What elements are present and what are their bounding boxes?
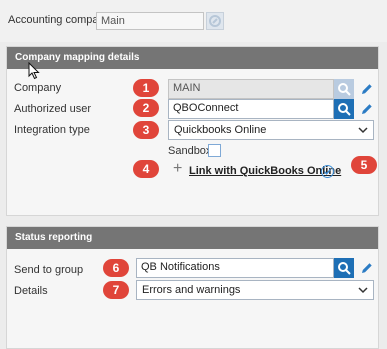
search-icon [338, 262, 351, 275]
authorized-user-field[interactable]: QBOConnect [168, 99, 334, 119]
pencil-icon [362, 104, 372, 114]
sandbox-checkbox[interactable] [208, 144, 221, 157]
company-edit-button[interactable] [359, 81, 375, 97]
accounting-company-link-button[interactable] [206, 12, 224, 30]
details-label: Details [14, 285, 48, 297]
mouse-cursor-icon [28, 62, 40, 80]
link-quickbooks-button[interactable]: Link with QuickBooks Online [189, 165, 341, 177]
callout-badge-6: 6 [103, 259, 129, 277]
chevron-down-icon [358, 287, 368, 294]
callout-badge-5: 5 [351, 156, 377, 174]
send-to-group-field[interactable]: QB Notifications [136, 258, 334, 278]
authorized-user-search-button[interactable] [334, 99, 354, 119]
integration-type-select[interactable]: Quickbooks Online [168, 120, 374, 140]
check-circle-icon [321, 165, 334, 178]
accounting-company-label: Accounting company [8, 14, 111, 26]
pencil-icon [362, 84, 372, 94]
callout-badge-3: 3 [133, 121, 159, 139]
send-to-group-label: Send to group [14, 264, 84, 276]
callout-badge-1: 1 [133, 79, 159, 97]
company-label: Company [14, 82, 62, 94]
details-value: Errors and warnings [142, 284, 241, 296]
company-search-button[interactable] [334, 79, 354, 99]
chevron-down-icon [358, 127, 368, 134]
company-field: MAIN [168, 79, 334, 99]
search-icon [338, 103, 351, 116]
callout-badge-4: 4 [133, 160, 159, 178]
authorized-user-label: Authorized user [14, 103, 92, 115]
link-icon [209, 15, 221, 27]
pencil-icon [362, 263, 372, 273]
company-mapping-header: Company mapping details [7, 47, 378, 69]
authorized-user-edit-button[interactable] [359, 101, 375, 117]
sandbox-label: Sandbox [168, 145, 212, 157]
status-reporting-header: Status reporting [7, 227, 378, 249]
callout-badge-7: 7 [103, 281, 129, 299]
plus-icon: + [173, 160, 183, 177]
integration-type-label: Integration type [14, 124, 90, 136]
search-icon [338, 83, 351, 96]
send-to-group-edit-button[interactable] [359, 260, 375, 276]
accounting-company-field[interactable]: Main [96, 12, 204, 30]
details-select[interactable]: Errors and warnings [136, 280, 374, 300]
integration-type-value: Quickbooks Online [174, 124, 267, 136]
callout-badge-2: 2 [133, 99, 159, 117]
send-to-group-search-button[interactable] [334, 258, 354, 278]
